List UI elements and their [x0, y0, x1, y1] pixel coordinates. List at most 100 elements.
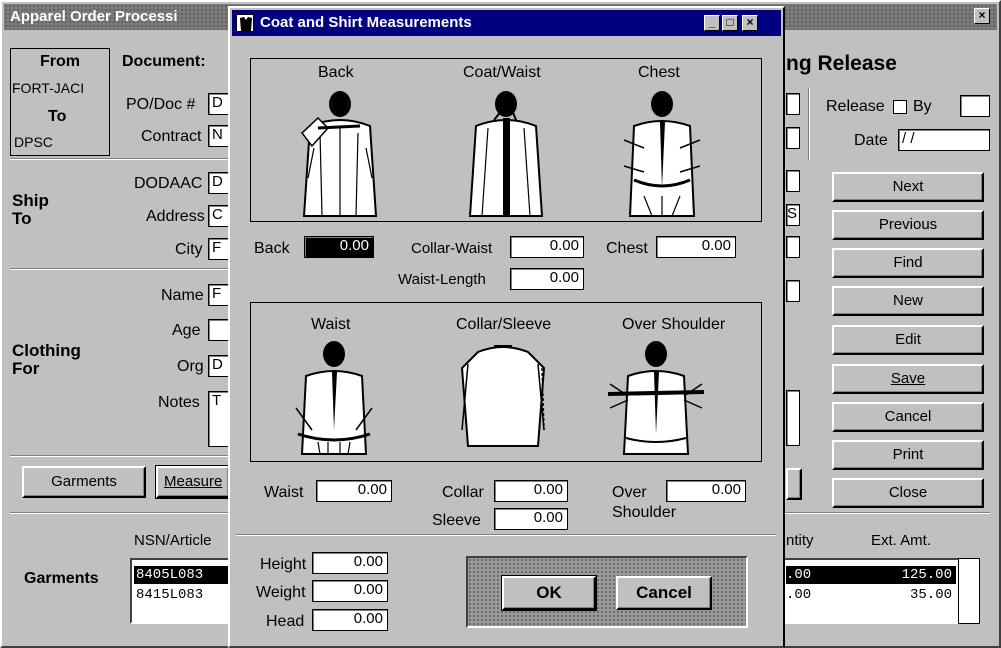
contract-label: Contract	[141, 128, 202, 145]
dialog-title: Coat and Shirt Measurements	[260, 14, 472, 31]
date-label: Date	[854, 132, 888, 149]
garment-row-amt[interactable]: 35.00	[826, 586, 956, 604]
over-shoulder-figure-label: Over Shoulder	[622, 316, 726, 333]
cancel-button[interactable]: Cancel	[616, 576, 712, 610]
ship-right-field-2[interactable]: S	[786, 204, 800, 226]
ship-right-field-1[interactable]	[786, 170, 800, 192]
garment-row-amt[interactable]: 125.00	[826, 566, 956, 584]
garment-row-nsn[interactable]: 8405L083	[134, 566, 230, 584]
contract-field[interactable]: N	[208, 125, 230, 147]
by-label: By	[913, 98, 932, 115]
nav-button-cancel[interactable]: Cancel	[832, 402, 984, 432]
notes-field[interactable]: T	[208, 391, 230, 447]
nav-button-edit[interactable]: Edit	[832, 325, 984, 355]
right-title: ng Release	[786, 52, 897, 75]
to-value: DPSC	[14, 134, 53, 150]
back-label: Back	[254, 240, 290, 257]
dialog-close-button[interactable]: ×	[742, 15, 758, 31]
nav-button-close[interactable]: Close	[832, 478, 984, 508]
nav-button-previous[interactable]: Previous	[832, 210, 984, 240]
org-label: Org	[177, 358, 204, 375]
clothing-separator	[10, 455, 230, 457]
main-window-title: Apparel Order Processi	[10, 8, 178, 25]
collar-waist-field[interactable]: 0.00	[510, 236, 584, 258]
shirt-icon	[236, 14, 254, 32]
over-shoulder-field[interactable]: 0.00	[666, 480, 746, 502]
org-field[interactable]: D	[208, 355, 230, 377]
garments-list-scrollbar[interactable]	[958, 558, 980, 624]
height-field[interactable]: 0.00	[312, 552, 388, 574]
waist-label: Waist	[264, 484, 304, 501]
city-field[interactable]: F	[208, 238, 230, 260]
head-field[interactable]: 0.00	[312, 609, 388, 631]
date-field[interactable]: / /	[898, 129, 990, 151]
coat-waist-figure-label: Coat/Waist	[463, 64, 541, 81]
notes-label: Notes	[158, 394, 200, 411]
main-close-button[interactable]: ×	[974, 8, 990, 24]
nav-button-next[interactable]: Next	[832, 172, 984, 202]
chest-measurement-figure	[623, 91, 701, 217]
garments-section-label: Garments	[24, 570, 99, 587]
right-field-1[interactable]	[786, 93, 800, 115]
nav-button-new[interactable]: New	[832, 286, 984, 316]
collar-waist-label: Collar-Waist	[411, 240, 493, 257]
dialog-maximize-button[interactable]: □	[722, 15, 738, 31]
chest-figure-label: Chest	[638, 64, 680, 81]
collar-label: Collar	[442, 484, 484, 501]
right-tab-stub[interactable]	[786, 468, 802, 500]
waist-figure-label: Waist	[311, 316, 351, 333]
from-label: From	[40, 53, 80, 70]
collar-sleeve-measurement-figure	[460, 345, 546, 447]
clothing-for-label: Clothing For	[12, 341, 81, 378]
quantity-header: ntity	[786, 532, 814, 549]
name-field[interactable]: F	[208, 284, 230, 306]
weight-label: Weight	[256, 584, 306, 601]
chest-label: Chest	[606, 240, 648, 257]
release-label: Release	[826, 98, 885, 115]
back-measurement-figure	[300, 91, 378, 217]
dialog-minimize-button[interactable]: _	[704, 15, 720, 31]
right-field-2[interactable]	[786, 127, 800, 149]
dodaac-field[interactable]: D	[208, 172, 230, 194]
dialog-titlebar: Coat and Shirt Measurements	[232, 10, 781, 36]
measure-tab[interactable]: Measure	[155, 465, 231, 499]
garment-row-qty[interactable]: .00	[786, 586, 826, 604]
waist-field[interactable]: 0.00	[316, 480, 392, 502]
ship-separator	[10, 268, 230, 270]
to-label: To	[48, 108, 67, 125]
po-doc-label: PO/Doc #	[126, 96, 196, 113]
age-field[interactable]	[208, 319, 230, 341]
over-label: Over	[612, 484, 647, 501]
collar-field[interactable]: 0.00	[494, 480, 568, 502]
ship-to-label: Ship To	[12, 191, 49, 228]
city-label: City	[175, 241, 203, 258]
name-label: Name	[161, 287, 204, 304]
waist-length-label: Waist-Length	[398, 271, 486, 288]
nav-button-find[interactable]: Find	[832, 248, 984, 278]
garment-row-qty[interactable]: .00	[786, 566, 826, 584]
coat-waist-measurement-figure	[468, 91, 544, 217]
sleeve-field[interactable]: 0.00	[494, 508, 568, 530]
release-checkbox[interactable]	[893, 100, 907, 114]
head-label: Head	[266, 613, 305, 630]
garment-row-nsn[interactable]: 8415L083	[134, 586, 230, 604]
ship-right-field-3[interactable]	[786, 236, 800, 258]
weight-field[interactable]: 0.00	[312, 580, 388, 602]
clothing-right-field[interactable]	[786, 280, 800, 302]
address-field[interactable]: C	[208, 205, 230, 227]
nav-button-save[interactable]: Save	[832, 364, 984, 394]
back-field[interactable]: 0.00	[304, 236, 374, 258]
sleeve-label: Sleeve	[432, 512, 481, 529]
ok-button[interactable]: OK	[501, 575, 597, 611]
address-label: Address	[146, 208, 205, 225]
nav-button-print[interactable]: Print	[832, 440, 984, 470]
clothing-right-notes[interactable]	[786, 390, 800, 446]
by-field[interactable]	[960, 95, 990, 117]
nsn-header: NSN/Article	[134, 532, 212, 549]
garments-tab[interactable]: Garments	[22, 466, 146, 498]
chest-field[interactable]: 0.00	[656, 236, 736, 258]
ext-amt-header: Ext. Amt.	[871, 532, 932, 549]
waist-length-field[interactable]: 0.00	[510, 268, 584, 290]
document-label: Document:	[122, 53, 206, 70]
po-doc-field[interactable]: D	[208, 93, 230, 115]
